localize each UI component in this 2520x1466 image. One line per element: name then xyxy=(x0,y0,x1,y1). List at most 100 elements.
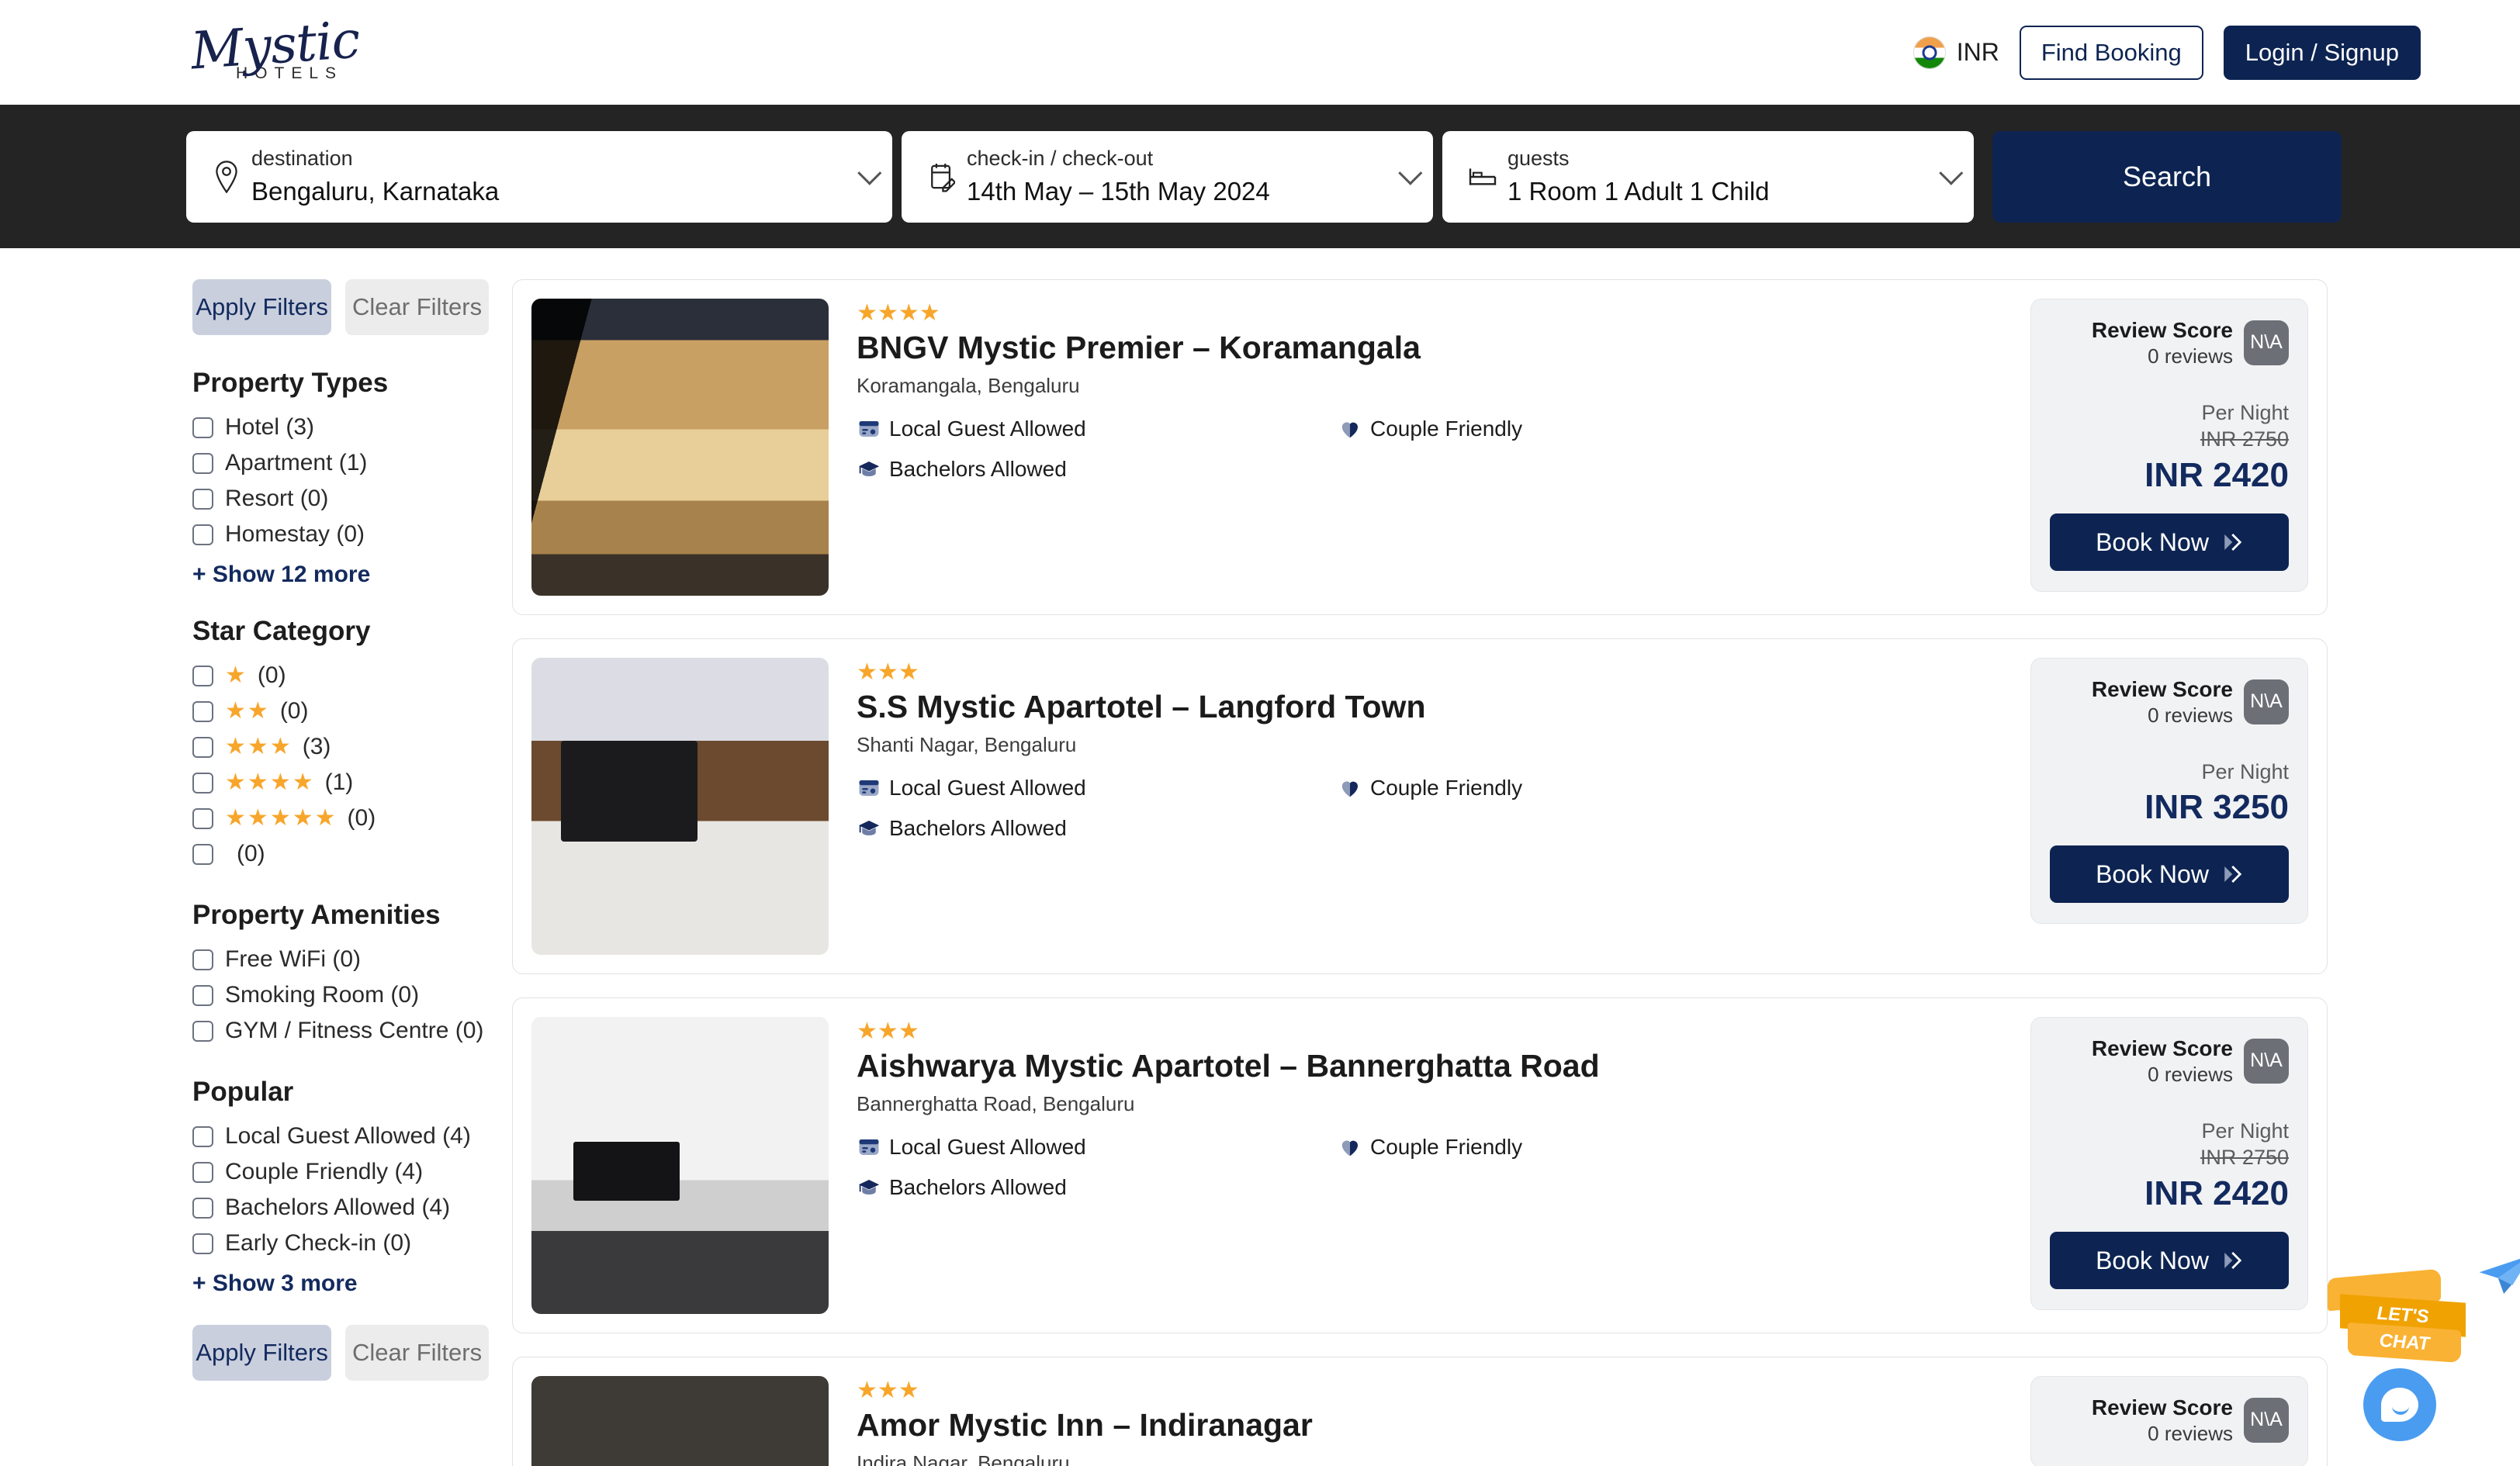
chat-bubble-icon[interactable] xyxy=(2363,1368,2436,1441)
checkbox-unrated[interactable] xyxy=(192,843,213,865)
filter-group-title: Star Category xyxy=(192,616,371,646)
filter-row-1-star[interactable]: ★ (0) xyxy=(192,658,489,693)
checkbox-smoking-room[interactable] xyxy=(192,984,213,1006)
checkbox-apartment[interactable] xyxy=(192,452,213,474)
book-now-button[interactable]: Book Now xyxy=(2050,845,2289,904)
filter-label: Bachelors Allowed (4) xyxy=(225,1195,451,1220)
status-badge: N\A xyxy=(2244,1038,2289,1084)
brand-logo[interactable]: Mystic HOTELS xyxy=(186,10,362,83)
hotel-name[interactable]: Amor Mystic Inn – Indiranagar xyxy=(857,1407,2007,1444)
lets-chat-ribbon[interactable]: LET'S CHAT xyxy=(2328,1253,2520,1364)
star-icon: ★ xyxy=(269,734,291,759)
hotel-result-card[interactable]: ★★★ Amor Mystic Inn – Indiranagar Indira… xyxy=(512,1357,2328,1466)
filter-row-smoking-room[interactable]: Smoking Room (0) xyxy=(192,977,489,1013)
checkbox-bachelors-allowed[interactable] xyxy=(192,1197,213,1219)
show-more-popular[interactable]: + Show 3 more xyxy=(192,1271,358,1297)
filter-row-couple-friendly[interactable]: Couple Friendly (4) xyxy=(192,1154,489,1190)
filter-row-unrated[interactable]: (0) xyxy=(192,836,489,872)
filter-label: Free WiFi (0) xyxy=(225,946,361,972)
destination-field[interactable]: destination Bengaluru, Karnataka xyxy=(186,130,892,223)
hotel-result-card[interactable]: ★★★ S.S Mystic Apartotel – Langford Town… xyxy=(512,638,2328,974)
hotel-result-card[interactable]: ★★★★ BNGV Mystic Premier – Koramangala K… xyxy=(512,279,2328,615)
hotel-thumbnail[interactable] xyxy=(531,299,829,596)
filter-row-5-star[interactable]: ★ ★ ★ ★ ★ (0) xyxy=(192,800,489,836)
book-now-button[interactable]: Book Now xyxy=(2050,1232,2289,1290)
heart-icon xyxy=(1338,417,1362,441)
star-icon: ★ xyxy=(247,769,268,795)
apply-filters-button-bottom[interactable]: Apply Filters xyxy=(192,1325,332,1381)
checkbox-local-guest-allowed[interactable] xyxy=(192,1125,213,1147)
badge-local-guest-allowed: Local Guest Allowed xyxy=(857,1135,1338,1160)
hotel-name[interactable]: S.S Mystic Apartotel – Langford Town xyxy=(857,689,2007,725)
checkbox-resort[interactable] xyxy=(192,488,213,510)
filter-row-hotel[interactable]: Hotel (3) xyxy=(192,410,489,445)
chevron-down-icon[interactable] xyxy=(1939,161,1964,185)
per-night-label: Per Night xyxy=(2201,759,2289,783)
checkbox-early-checkin[interactable] xyxy=(192,1233,213,1254)
hotel-info: ★★★ S.S Mystic Apartotel – Langford Town… xyxy=(829,658,2030,955)
filter-row-homestay[interactable]: Homestay (0) xyxy=(192,517,489,552)
chevron-down-icon[interactable] xyxy=(857,161,882,185)
hotel-result-card[interactable]: ★★★ Aishwarya Mystic Apartotel – Bannerg… xyxy=(512,998,2328,1333)
checkbox-4-star[interactable] xyxy=(192,772,213,794)
clear-filters-button-bottom[interactable]: Clear Filters xyxy=(345,1325,489,1381)
checkbox-homestay[interactable] xyxy=(192,524,213,545)
search-button[interactable]: Search xyxy=(1992,130,2342,223)
apply-filters-button-top[interactable]: Apply Filters xyxy=(192,279,332,335)
filter-row-2-star[interactable]: ★ ★ (0) xyxy=(192,693,489,729)
badge-bachelors-allowed: Bachelors Allowed xyxy=(857,457,1338,482)
chevron-down-icon[interactable] xyxy=(1398,161,1423,185)
filter-row-free-wifi[interactable]: Free WiFi (0) xyxy=(192,942,489,977)
hotel-thumbnail[interactable] xyxy=(531,658,829,955)
hotel-star-rating: ★★★★ xyxy=(857,302,2007,325)
guests-field[interactable]: guests 1 Room 1 Adult 1 Child xyxy=(1442,130,1974,223)
star-icon: ★ xyxy=(898,1018,919,1044)
review-score-title: Review Score xyxy=(2091,1036,2233,1060)
original-price: INR 2750 xyxy=(2200,427,2289,451)
checkbox-hotel[interactable] xyxy=(192,417,213,438)
login-signup-button[interactable]: Login / Signup xyxy=(2223,25,2421,80)
show-more-property-types[interactable]: + Show 12 more xyxy=(192,562,370,588)
star-count-label: (1) xyxy=(324,769,354,795)
heart-icon xyxy=(1338,776,1362,800)
per-night-label: Per Night xyxy=(2201,1119,2289,1143)
filter-group-property-amenities: Property Amenities Free WiFi (0) Smoking… xyxy=(192,900,489,1049)
filter-row-resort[interactable]: Resort (0) xyxy=(192,481,489,517)
india-flag-icon xyxy=(1912,36,1946,69)
review-count: 0 reviews xyxy=(2148,344,2233,368)
checkbox-gym[interactable] xyxy=(192,1020,213,1042)
hotel-badges: Local Guest Allowed Couple Friendly Bach… xyxy=(857,1135,2007,1200)
price-panel: Review Score 0 reviews N\A Per Night INR… xyxy=(2030,658,2308,925)
filter-row-4-star[interactable]: ★ ★ ★ ★ (1) xyxy=(192,765,489,800)
badge-couple-friendly: Couple Friendly xyxy=(1338,1135,2007,1160)
hotel-name[interactable]: Aishwarya Mystic Apartotel – Bannerghatt… xyxy=(857,1048,2007,1084)
checkbox-3-star[interactable] xyxy=(192,736,213,758)
clear-filters-button-top[interactable]: Clear Filters xyxy=(345,279,489,335)
star-count-label: (3) xyxy=(302,734,331,759)
checkbox-2-star[interactable] xyxy=(192,700,213,722)
filter-row-gym[interactable]: GYM / Fitness Centre (0) xyxy=(192,1013,489,1049)
hotel-thumbnail[interactable] xyxy=(531,1017,829,1314)
filter-row-early-checkin[interactable]: Early Check-in (0) xyxy=(192,1226,489,1261)
price-lines: Per Night INR 2750 INR 2420 xyxy=(2144,1119,2289,1214)
dates-field[interactable]: check-in / check-out 14th May – 15th May… xyxy=(902,130,1433,223)
currency-selector[interactable]: INR xyxy=(1912,36,1999,69)
checkbox-5-star[interactable] xyxy=(192,807,213,829)
checkbox-1-star[interactable] xyxy=(192,665,213,686)
hotel-thumbnail[interactable] xyxy=(531,1376,829,1466)
filter-row-3-star[interactable]: ★ ★ ★ (3) xyxy=(192,729,489,765)
book-now-button[interactable]: Book Now xyxy=(2050,513,2289,572)
checkbox-free-wifi[interactable] xyxy=(192,949,213,970)
find-booking-button[interactable]: Find Booking xyxy=(2019,25,2203,80)
chat-widget[interactable]: LET'S CHAT xyxy=(2321,1253,2520,1441)
checkbox-couple-friendly[interactable] xyxy=(192,1161,213,1183)
star-icon: ★ xyxy=(877,300,898,326)
filter-row-apartment[interactable]: Apartment (1) xyxy=(192,445,489,481)
filter-row-local-guest-allowed[interactable]: Local Guest Allowed (4) xyxy=(192,1119,489,1154)
hotel-name[interactable]: BNGV Mystic Premier – Koramangala xyxy=(857,330,2007,366)
filter-label: Resort (0) xyxy=(225,486,329,511)
filter-row-bachelors-allowed[interactable]: Bachelors Allowed (4) xyxy=(192,1190,489,1226)
badge-label: Couple Friendly xyxy=(1370,417,1523,441)
review-count: 0 reviews xyxy=(2148,704,2233,727)
star-icon: ★ xyxy=(857,1018,878,1044)
